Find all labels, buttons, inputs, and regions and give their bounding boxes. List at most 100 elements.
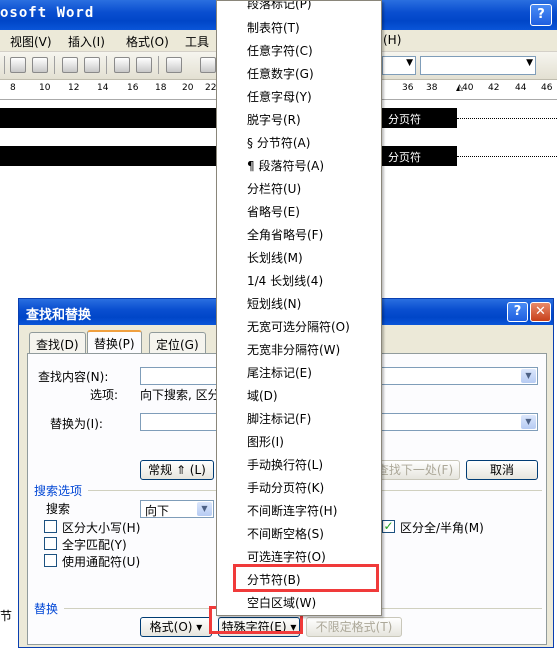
chevron-down-icon[interactable]: ▼: [521, 369, 536, 383]
menu-item-nonbreaking-space[interactable]: 不间断空格(S): [247, 525, 324, 542]
chevron-down-icon[interactable]: ▼: [521, 415, 536, 429]
tab-replace[interactable]: 替换(P): [87, 330, 142, 354]
whole-word-label: 全字匹配(Y): [62, 538, 127, 552]
find-label: 查找内容(N):: [38, 370, 109, 384]
menu-item-nonbreaking-hyphen[interactable]: 不间断连字符(H): [247, 502, 337, 519]
menu-item-tab[interactable]: 制表符(T): [247, 19, 300, 36]
menu-item-endnote-mark[interactable]: 尾注标记(E): [247, 364, 312, 381]
menu-item-manual-line-break[interactable]: 手动换行符(L): [247, 456, 323, 473]
menu-item-footnote-mark[interactable]: 脚注标记(F): [247, 410, 311, 427]
help-icon[interactable]: ?: [530, 4, 552, 26]
page-break-line: [457, 118, 557, 119]
ruler-tick: 14: [97, 83, 109, 93]
clipped-label: 节: [0, 609, 13, 623]
menu-item-zw-optional-break[interactable]: 无宽可选分隔符(O): [247, 318, 350, 335]
section-break-highlight: [233, 564, 379, 592]
search-direction-value: 向下: [145, 504, 170, 518]
chevron-down-icon: ▼: [406, 58, 413, 68]
ruler-tick: 16: [127, 83, 139, 93]
toolbar-separator: [158, 56, 159, 74]
cancel-button[interactable]: 取消: [466, 460, 538, 480]
ruler-tick: 40: [462, 83, 474, 93]
menu-item-em-dash[interactable]: 长划线(M): [247, 249, 303, 266]
special-characters-menu: 段落标记(P) 制表符(T) 任意字符(C) 任意数字(G) 任意字母(Y) 脱…: [216, 0, 382, 616]
toolbar-separator: [106, 56, 107, 74]
toolbar-separator: [4, 56, 5, 74]
research-icon[interactable]: [84, 57, 100, 73]
menu-item-quarter-em-dash[interactable]: 1/4 长划线(4): [247, 272, 323, 289]
menu-item-ellipsis[interactable]: 省略号(E): [247, 203, 300, 220]
menu-format[interactable]: 格式(O): [126, 33, 169, 50]
find-next-button[interactable]: 查找下一处(F): [370, 460, 460, 480]
page-break-label: 分页符: [388, 113, 421, 126]
menu-item-any-digit[interactable]: 任意数字(G): [247, 65, 314, 82]
toolbar-separator: [54, 56, 55, 74]
print-preview-icon[interactable]: [32, 57, 48, 73]
menu-item-manual-page-break[interactable]: 手动分页符(K): [247, 479, 324, 496]
match-width-label: 区分全/半角(M): [400, 521, 484, 535]
whole-word-checkbox[interactable]: [44, 537, 57, 550]
options-label: 选项:: [90, 388, 119, 402]
menu-item-paragraph-char[interactable]: ¶ 段落符号(A): [247, 157, 324, 174]
style-combo[interactable]: ▼: [382, 56, 416, 75]
search-label: 搜索: [46, 502, 71, 516]
replace-label: 替换为(I):: [50, 417, 103, 431]
menu-tools[interactable]: 工具: [185, 33, 209, 50]
spelling-icon[interactable]: [62, 57, 78, 73]
menu-item-caret[interactable]: 脱字号(R): [247, 111, 301, 128]
paste-icon[interactable]: [136, 57, 152, 73]
wildcards-checkbox[interactable]: [44, 554, 57, 567]
window-title: osoft Word: [0, 5, 95, 21]
page-break-label: 分页符: [388, 151, 421, 164]
ruler-tick: 36: [402, 83, 414, 93]
ruler-tick: 20: [182, 83, 194, 93]
menu-item-any-character[interactable]: 任意字符(C): [247, 42, 313, 59]
ruler-tick: 18: [155, 83, 167, 93]
copy-icon[interactable]: [114, 57, 130, 73]
search-options-title: 搜索选项: [34, 484, 83, 498]
wildcards-label: 使用通配符(U): [62, 555, 141, 569]
chevron-down-icon: ▼: [526, 58, 533, 68]
menu-view[interactable]: 视图(V): [10, 33, 52, 50]
redo-icon[interactable]: [200, 57, 216, 73]
ruler-tick: 10: [39, 83, 51, 93]
menu-item-white-space[interactable]: 空白区域(W): [247, 594, 316, 611]
menu-item-fullwidth-ellipsis[interactable]: 全角省略号(F): [247, 226, 323, 243]
search-direction-select[interactable]: 向下 ▼: [140, 500, 214, 518]
dialog-title: 查找和替换: [26, 308, 92, 323]
print-icon[interactable]: [10, 57, 26, 73]
menu-item-optional-hyphen[interactable]: 可选连字符(O): [247, 548, 326, 565]
help-icon[interactable]: ?: [507, 302, 528, 322]
replace-section-title: 替换: [34, 602, 59, 616]
menu-item-column-break[interactable]: 分栏符(U): [247, 180, 301, 197]
ruler-tick: 8: [10, 83, 16, 93]
font-combo[interactable]: ▼: [420, 56, 536, 75]
match-case-checkbox[interactable]: [44, 520, 57, 533]
menu-item-field[interactable]: 域(D): [247, 387, 278, 404]
menu-item-section-char[interactable]: § 分节符(A): [247, 134, 310, 151]
menu-insert[interactable]: 插入(I): [68, 33, 105, 50]
less-options-button[interactable]: 常规 ⇑ (L): [140, 460, 214, 480]
menu-item-any-letter[interactable]: 任意字母(Y): [247, 88, 312, 105]
ruler-tick: 42: [488, 83, 500, 93]
ruler-tick: 12: [68, 83, 80, 93]
menu-item-paragraph-mark[interactable]: 段落标记(P): [247, 1, 312, 12]
chevron-down-icon[interactable]: ▼: [197, 502, 212, 516]
page-break-line: [457, 156, 557, 157]
ruler-tick: 38: [426, 83, 438, 93]
ruler-tick: 46: [541, 83, 553, 93]
tab-goto[interactable]: 定位(G): [149, 332, 206, 353]
undo-icon[interactable]: [166, 57, 182, 73]
close-icon[interactable]: ✕: [530, 302, 551, 322]
menu-item-graphic[interactable]: 图形(I): [247, 433, 284, 450]
ruler-tick: 44: [515, 83, 527, 93]
ruler-tick: 22: [205, 83, 217, 93]
options-value: 向下搜索, 区分: [140, 388, 220, 402]
menu-item-en-dash[interactable]: 短划线(N): [247, 295, 301, 312]
no-formatting-button[interactable]: 不限定格式(T): [306, 617, 402, 637]
tab-find[interactable]: 查找(D): [29, 332, 86, 353]
format-button[interactable]: 格式(O) ▾: [140, 617, 212, 637]
menu-item-zw-non-break[interactable]: 无宽非分隔符(W): [247, 341, 340, 358]
menu-help[interactable]: (H): [383, 33, 401, 47]
match-width-checkbox[interactable]: ✓: [382, 520, 395, 533]
